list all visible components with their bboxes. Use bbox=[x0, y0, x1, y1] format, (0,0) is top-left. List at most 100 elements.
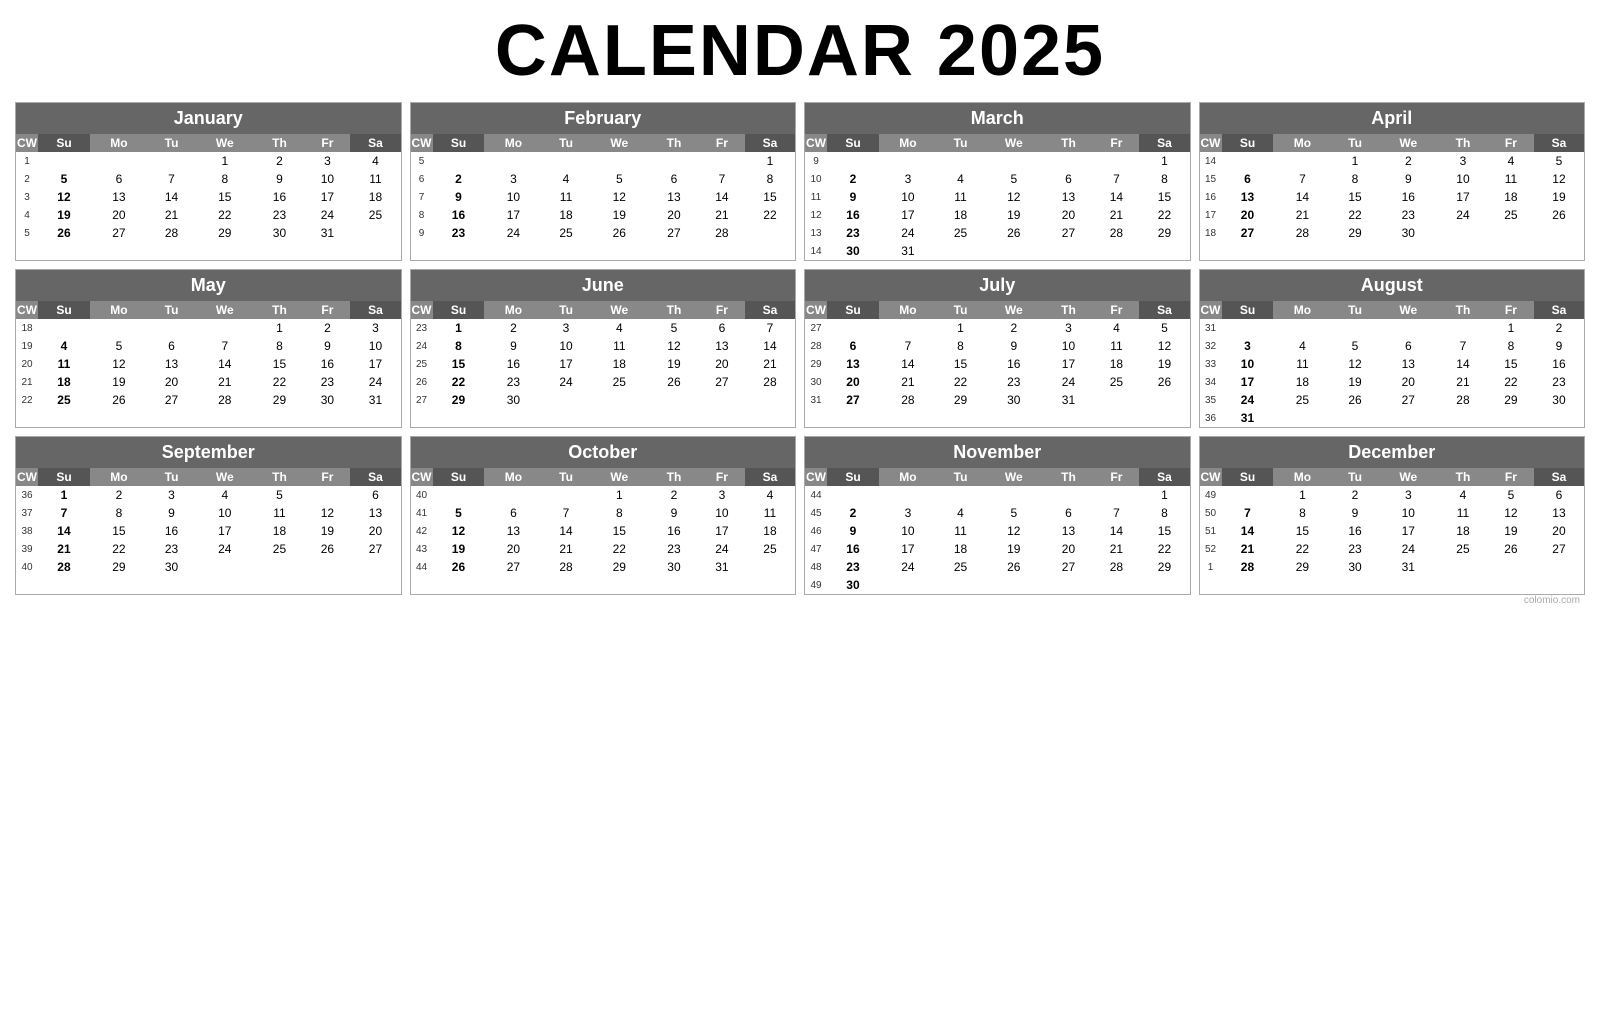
day-cell: 20 bbox=[90, 206, 148, 224]
day-cell bbox=[1438, 319, 1488, 337]
day-cell bbox=[38, 152, 90, 170]
day-cell bbox=[699, 152, 745, 170]
day-cell: 15 bbox=[937, 355, 984, 373]
day-cell: 9 bbox=[1379, 170, 1438, 188]
day-cell: 11 bbox=[1273, 355, 1331, 373]
table-row: 452345678 bbox=[805, 504, 1190, 522]
day-cell: 19 bbox=[90, 373, 148, 391]
day-cell: 4 bbox=[937, 170, 984, 188]
day-cell: 26 bbox=[590, 224, 649, 242]
day-cell bbox=[1438, 558, 1488, 576]
day-cell: 4 bbox=[590, 319, 649, 337]
day-cell: 21 bbox=[1273, 206, 1331, 224]
day-cell: 20 bbox=[699, 355, 745, 373]
day-cell bbox=[827, 152, 879, 170]
day-cell bbox=[38, 319, 90, 337]
day-cell: 31 bbox=[699, 558, 745, 576]
day-cell: 18 bbox=[1273, 373, 1331, 391]
day-cell: 18 bbox=[254, 522, 304, 540]
day-cell: 6 bbox=[1379, 337, 1438, 355]
day-cell: 1 bbox=[433, 319, 485, 337]
month-block-december: DecemberCWSuMoTuWeThFrSa4912345650789101… bbox=[1199, 436, 1586, 595]
day-cell: 21 bbox=[38, 540, 90, 558]
day-cell: 2 bbox=[984, 319, 1043, 337]
day-cell: 26 bbox=[1331, 391, 1378, 409]
table-row: 3020212223242526 bbox=[805, 373, 1190, 391]
month-block-may: MayCWSuMoTuWeThFrSa181231945678910201112… bbox=[15, 269, 402, 428]
day-cell: 15 bbox=[195, 188, 254, 206]
day-cell bbox=[1043, 486, 1093, 504]
day-cell bbox=[1438, 224, 1488, 242]
day-cell bbox=[1222, 319, 1274, 337]
day-cell: 1 bbox=[1139, 486, 1189, 504]
day-cell: 10 bbox=[484, 188, 542, 206]
day-cell: 23 bbox=[254, 206, 304, 224]
day-cell: 20 bbox=[1043, 540, 1093, 558]
table-row: 816171819202122 bbox=[411, 206, 796, 224]
day-cell: 2 bbox=[304, 319, 350, 337]
day-cell: 11 bbox=[1488, 170, 1534, 188]
day-cell: 3 bbox=[699, 486, 745, 504]
day-cell: 2 bbox=[433, 170, 485, 188]
day-cell: 7 bbox=[879, 337, 937, 355]
day-cell: 23 bbox=[1331, 540, 1378, 558]
day-cell: 19 bbox=[1331, 373, 1378, 391]
day-cell: 14 bbox=[148, 188, 195, 206]
table-row: 2118192021222324 bbox=[16, 373, 401, 391]
day-cell: 6 bbox=[1043, 504, 1093, 522]
day-cell: 9 bbox=[484, 337, 542, 355]
table-row: 286789101112 bbox=[805, 337, 1190, 355]
month-title: August bbox=[1200, 270, 1585, 301]
day-cell: 25 bbox=[1093, 373, 1139, 391]
day-cell: 14 bbox=[1222, 522, 1274, 540]
table-row: 3814151617181920 bbox=[16, 522, 401, 540]
day-cell: 2 bbox=[827, 504, 879, 522]
day-cell: 13 bbox=[1043, 522, 1093, 540]
day-cell: 20 bbox=[1043, 206, 1093, 224]
table-row: 419202122232425 bbox=[16, 206, 401, 224]
day-cell: 26 bbox=[649, 373, 699, 391]
day-cell: 4 bbox=[38, 337, 90, 355]
day-cell: 5 bbox=[1139, 319, 1189, 337]
day-cell: 9 bbox=[827, 188, 879, 206]
day-cell: 28 bbox=[1093, 558, 1139, 576]
day-cell: 8 bbox=[1273, 504, 1331, 522]
day-cell: 8 bbox=[1331, 170, 1378, 188]
month-block-march: MarchCWSuMoTuWeThFrSa9110234567811910111… bbox=[804, 102, 1191, 261]
day-cell: 28 bbox=[1222, 558, 1274, 576]
day-cell: 10 bbox=[195, 504, 254, 522]
day-cell: 15 bbox=[1331, 188, 1378, 206]
day-cell: 7 bbox=[1093, 504, 1139, 522]
table-row: 4319202122232425 bbox=[411, 540, 796, 558]
day-cell: 11 bbox=[254, 504, 304, 522]
day-cell: 15 bbox=[590, 522, 649, 540]
day-cell: 30 bbox=[827, 242, 879, 260]
day-cell: 22 bbox=[745, 206, 795, 224]
month-title: October bbox=[411, 437, 796, 468]
day-cell: 4 bbox=[350, 152, 400, 170]
day-cell: 12 bbox=[1139, 337, 1189, 355]
table-row: 156789101112 bbox=[1200, 170, 1585, 188]
month-block-january: JanuaryCWSuMoTuWeThFrSa11234256789101131… bbox=[15, 102, 402, 261]
day-cell: 3 bbox=[484, 170, 542, 188]
day-cell bbox=[1438, 409, 1488, 427]
day-cell: 12 bbox=[590, 188, 649, 206]
day-cell: 15 bbox=[745, 188, 795, 206]
day-cell: 27 bbox=[649, 224, 699, 242]
day-cell: 13 bbox=[1534, 504, 1584, 522]
day-cell: 28 bbox=[38, 558, 90, 576]
month-block-june: JuneCWSuMoTuWeThFrSa23123456724891011121… bbox=[410, 269, 797, 428]
day-cell: 18 bbox=[350, 188, 400, 206]
day-cell: 15 bbox=[1273, 522, 1331, 540]
table-row: 3921222324252627 bbox=[16, 540, 401, 558]
day-cell: 5 bbox=[590, 170, 649, 188]
day-cell bbox=[745, 391, 795, 409]
day-cell: 5 bbox=[984, 170, 1043, 188]
day-cell: 13 bbox=[649, 188, 699, 206]
day-cell: 31 bbox=[350, 391, 400, 409]
day-cell: 16 bbox=[827, 540, 879, 558]
day-cell: 8 bbox=[195, 170, 254, 188]
month-title: November bbox=[805, 437, 1190, 468]
table-row: 3631 bbox=[1200, 409, 1585, 427]
day-cell: 4 bbox=[1488, 152, 1534, 170]
